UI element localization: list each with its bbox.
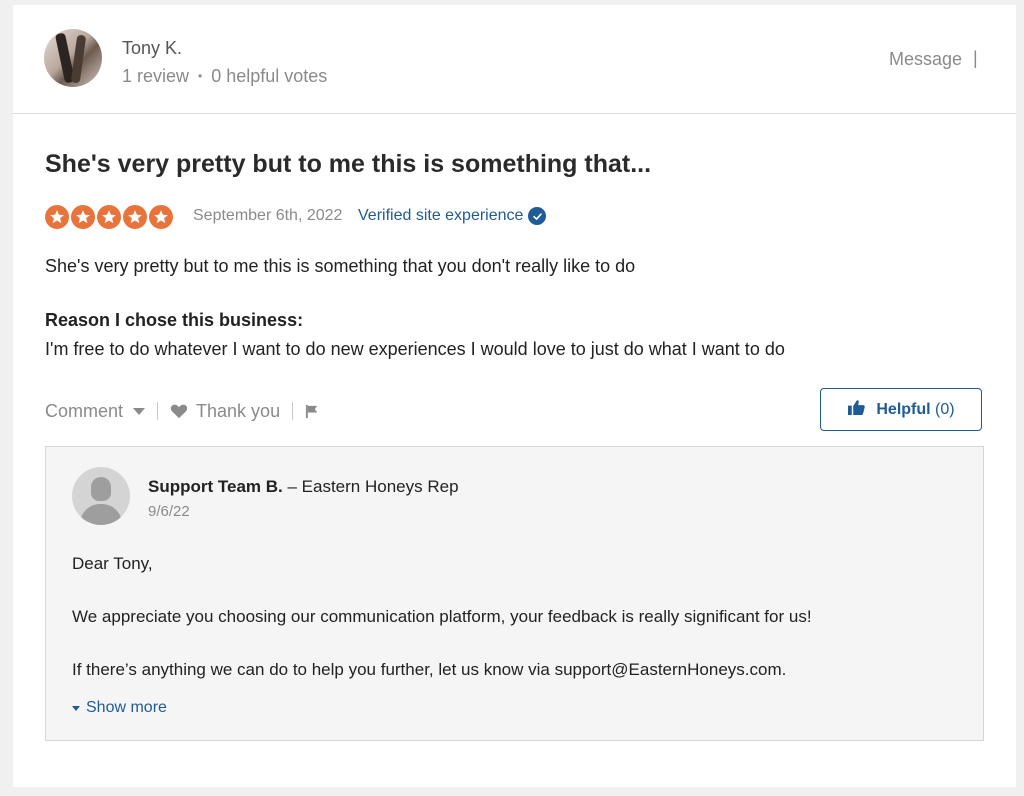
comment-button[interactable]: Comment [45,400,146,422]
thank-you-label: Thank you [196,400,281,421]
reviewer-avatar[interactable] [44,29,102,87]
reply-date: 9/6/22 [148,503,190,520]
review-card: Tony K. 1 review • 0 helpful votes Message… [13,5,1016,787]
heart-icon [170,403,188,419]
helpful-button[interactable]: Helpful (0) [820,388,982,431]
star-icon [97,205,121,229]
review-actions: Comment Thank you [45,399,320,423]
review-date: September 6th, 2022 [193,207,343,224]
thank-you-button[interactable]: Thank you [170,401,280,422]
star-icon [149,205,173,229]
helpful-label: Helpful [876,400,931,418]
reply-paragraph: We appreciate you choosing our communica… [72,607,812,626]
reply-author-name: Support Team B. [148,477,283,496]
reason-text: I'm free to do whatever I want to do new… [45,339,785,359]
star-icon [123,205,147,229]
message-link[interactable]: Message [889,49,962,70]
business-reply: Support Team B. – Eastern Honeys Rep 9/6… [45,446,984,741]
user-placeholder-icon [72,467,130,525]
caret-down-icon [72,705,80,711]
reply-author: Support Team B. – Eastern Honeys Rep [148,477,459,497]
thumbs-up-icon [847,399,866,421]
star-rating [45,205,173,229]
reviewer-name[interactable]: Tony K. [122,38,182,59]
review-text: She's very pretty but to me this is some… [45,256,636,276]
reply-paragraph: Dear Tony, [72,554,153,573]
review-title: She's very pretty but to me this is some… [45,150,652,178]
comment-label: Comment [45,400,124,421]
reviewer-stats: 1 review • 0 helpful votes [122,66,327,87]
header-separator: | [973,48,978,68]
verified-label: Verified site experience [358,207,524,224]
reply-author-role: – Eastern Honeys Rep [287,477,459,496]
star-icon [71,205,95,229]
avatar-photo-detail [70,34,87,84]
star-icon [45,205,69,229]
chevron-down-icon [133,407,146,415]
verified-badge[interactable]: Verified site experience [358,207,547,225]
show-more-link[interactable]: Show more [72,699,167,717]
helpful-votes-count: 0 helpful votes [211,66,328,86]
reply-paragraph: If there’s anything we can do to help yo… [72,660,787,679]
show-more-label: Show more [86,699,167,716]
review-count: 1 review [122,66,190,86]
checkmark-badge-icon [528,207,547,225]
stats-separator-dot: • [198,69,203,83]
action-divider [157,402,159,420]
action-divider [292,402,294,420]
reason-heading: Reason I chose this business: [45,310,304,330]
helpful-count: (0) [935,400,955,418]
reviewer-header: Tony K. 1 review • 0 helpful votes Message… [13,5,1016,114]
flag-icon[interactable] [305,404,320,419]
